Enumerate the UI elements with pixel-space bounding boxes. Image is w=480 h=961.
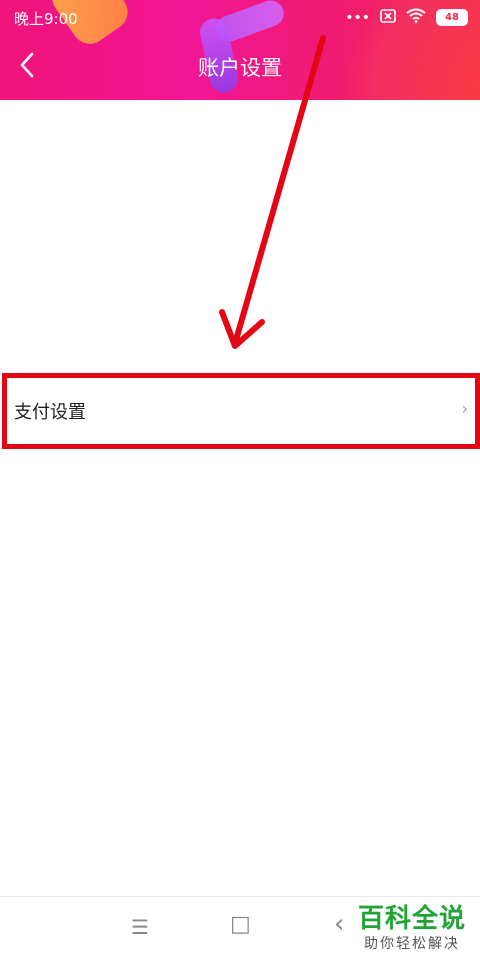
page-title: 账户设置 [198, 56, 282, 80]
battery-indicator: 48 [436, 9, 468, 26]
wifi-icon [406, 8, 426, 27]
back-nav-icon[interactable]: ‹ [334, 909, 344, 939]
settings-item-label: 支付设置 [14, 402, 86, 423]
chevron-right-icon: › [461, 399, 468, 418]
watermark-subtitle: 助你轻松解决 [363, 936, 460, 952]
watermark: 百科全说 助你轻松解决 [358, 898, 466, 953]
more-dots-icon: ••• [345, 9, 370, 26]
sim-x-icon [380, 8, 396, 27]
status-bar: 晚上9:00 ••• 48 [0, 0, 480, 36]
status-time: 晚上9:00 [14, 10, 78, 28]
menu-icon[interactable]: ☰ [131, 915, 149, 939]
settings-item-payment[interactable]: 支付设置 › [0, 375, 480, 445]
home-icon[interactable]: □ [230, 912, 251, 937]
status-icons: ••• 48 [345, 8, 468, 27]
watermark-title: 百科全说 [357, 904, 466, 934]
app-header: 晚上9:00 ••• 48 账户设置 [0, 0, 480, 100]
